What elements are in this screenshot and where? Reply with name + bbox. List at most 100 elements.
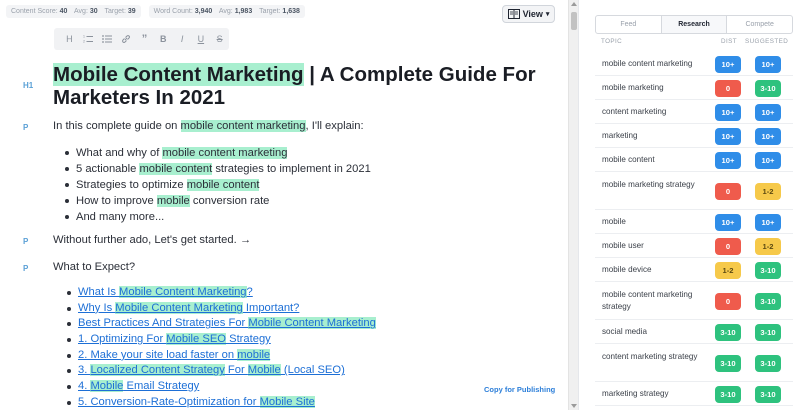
toc-link[interactable]: 4. Mobile Email Strategy bbox=[78, 380, 200, 393]
topic-name: mobile content marketing strategy bbox=[602, 290, 693, 311]
table-row[interactable]: marketing strategy 3-10 3-10 bbox=[595, 382, 793, 406]
ordered-list-button[interactable]: 12 bbox=[79, 30, 98, 48]
bullet-text: 5 actionable bbox=[76, 163, 140, 175]
intro-followup-paragraph[interactable]: Without further ado, Let's get started. … bbox=[53, 234, 251, 246]
table-row[interactable]: content10+10+ bbox=[595, 406, 793, 410]
heading-button[interactable]: H bbox=[60, 30, 79, 48]
toc-link-text-post: Email Strategy bbox=[123, 380, 200, 393]
toc-link-text-post: Important? bbox=[242, 301, 300, 314]
table-row[interactable]: marketing 10+ 10+ bbox=[595, 124, 793, 148]
table-row[interactable]: content marketing 10+ 10+ bbox=[595, 100, 793, 124]
bullet-text: Strategies to optimize bbox=[76, 179, 187, 191]
topic-name: mobile bbox=[602, 217, 626, 226]
dist-badge: 10+ bbox=[715, 128, 741, 145]
toc-link[interactable]: 5. Conversion-Rate-Optimization for Mobi… bbox=[78, 395, 315, 408]
toc-link-keyword: Mobile bbox=[90, 380, 124, 393]
table-row[interactable]: mobile content marketing 10+ 10+ bbox=[595, 52, 793, 76]
table-row[interactable]: mobile content 10+ 10+ bbox=[595, 148, 793, 172]
toc-link-text-post: Strategy bbox=[226, 333, 271, 346]
link-icon bbox=[121, 35, 130, 43]
copy-for-publishing-button[interactable]: Copy for Publishing bbox=[484, 385, 555, 394]
toc-link[interactable]: 1. Optimizing For Mobile SEO Strategy bbox=[78, 333, 271, 346]
list-item: 1. Optimizing For Mobile SEO Strategy bbox=[67, 332, 376, 348]
view-button[interactable]: View ▾ bbox=[502, 5, 555, 23]
tab-research[interactable]: Research bbox=[661, 16, 728, 33]
list-item[interactable]: Strategies to optimize mobile content bbox=[65, 177, 371, 193]
bullet-text-post: conversion rate bbox=[189, 195, 270, 207]
toc-link[interactable]: Why Is Mobile Content Marketing Importan… bbox=[78, 301, 300, 314]
editor-scrollbar[interactable] bbox=[568, 0, 578, 410]
quote-button[interactable]: ” bbox=[135, 30, 154, 48]
dist-badge: 10+ bbox=[715, 152, 741, 169]
content-score-target: 39 bbox=[127, 8, 136, 15]
list-item[interactable]: 5 actionable mobile content strategies t… bbox=[65, 161, 371, 177]
bullet-list-button[interactable] bbox=[98, 30, 117, 48]
content-score-value: 40 bbox=[59, 8, 68, 15]
toc-link-keyword-2: Mobile bbox=[247, 364, 281, 377]
toc-link-text: 3. bbox=[78, 364, 91, 377]
header-dist: DIST bbox=[721, 38, 737, 45]
strikethrough-button[interactable]: S bbox=[210, 30, 229, 48]
word-count-target: 1,638 bbox=[282, 8, 300, 15]
topic-name: content marketing strategy bbox=[602, 352, 698, 361]
list-item[interactable]: What and why of mobile content marketing bbox=[65, 145, 371, 161]
editor-pane: Content Score: 40 Avg: 30 Target: 39 Wor… bbox=[0, 0, 568, 410]
toc-link[interactable]: Best Practices And Strategies For Mobile… bbox=[78, 317, 376, 330]
word-count-label: Word Count: bbox=[153, 8, 193, 15]
underline-glyph: U bbox=[197, 34, 205, 44]
bullet-list-icon bbox=[102, 35, 112, 43]
list-item[interactable]: How to improve mobile conversion rate bbox=[65, 193, 371, 209]
topic-name: mobile device bbox=[602, 265, 652, 274]
scroll-down-arrow-icon[interactable] bbox=[571, 404, 577, 408]
list-item[interactable]: And many more... bbox=[65, 209, 371, 225]
list-item: Why Is Mobile Content Marketing Importan… bbox=[67, 301, 376, 317]
stats-bar: Content Score: 40 Avg: 30 Target: 39 Wor… bbox=[6, 5, 305, 18]
title-keyword: Mobile Content Marketing bbox=[53, 63, 304, 86]
toc-link[interactable]: 3. Localized Content Strategy For Mobile… bbox=[78, 364, 345, 377]
topic-name: content marketing bbox=[602, 107, 667, 116]
bullet-text: How to improve bbox=[76, 195, 157, 207]
content-score-label: Content Score: bbox=[11, 8, 58, 15]
page-title[interactable]: Mobile Content Marketing | A Complete Gu… bbox=[53, 63, 558, 109]
link-button[interactable] bbox=[116, 30, 135, 48]
toc-link-text: 5. Conversion-Rate-Optimization for bbox=[78, 395, 260, 408]
tab-feed[interactable]: Feed bbox=[596, 16, 662, 33]
intro-paragraph[interactable]: In this complete guide on mobile content… bbox=[53, 120, 364, 132]
topic-name: marketing strategy bbox=[602, 389, 669, 398]
table-row[interactable]: mobile 10+ 10+ bbox=[595, 210, 793, 234]
bold-button[interactable]: B bbox=[154, 30, 173, 48]
dist-badge: 10+ bbox=[715, 104, 741, 121]
toc-link-text: 1. Optimizing For bbox=[78, 333, 167, 346]
bullet-text: What and why of bbox=[76, 147, 163, 159]
table-row[interactable]: mobile marketing strategy 0 1-2 bbox=[595, 172, 793, 210]
word-count-target-label: Target: bbox=[259, 8, 281, 15]
table-row[interactable]: content marketing strategy 3-10 3-10 bbox=[595, 344, 793, 382]
toc-link-keyword: Mobile SEO bbox=[166, 333, 226, 346]
italic-button[interactable]: I bbox=[173, 30, 192, 48]
header-topic: TOPIC bbox=[601, 38, 623, 45]
toc-link-keyword: Mobile Content Marketing bbox=[115, 301, 243, 314]
content-score-target-label: Target: bbox=[104, 8, 126, 15]
toc-link[interactable]: 2. Make your site load faster on mobile bbox=[78, 348, 271, 361]
underline-button[interactable]: U bbox=[191, 30, 210, 48]
scroll-thumb[interactable] bbox=[571, 12, 577, 30]
toc-link-list: What Is Mobile Content Marketing? Why Is … bbox=[67, 285, 376, 410]
topic-table-header: TOPIC DIST SUGGESTED bbox=[601, 38, 797, 48]
format-toolbar: H 12 ” B I U S bbox=[54, 28, 229, 50]
topic-name: mobile user bbox=[602, 241, 644, 250]
suggested-badge: 3-10 bbox=[755, 355, 781, 372]
bullet-text-post: strategies to implement in 2021 bbox=[212, 163, 371, 175]
dist-badge: 10+ bbox=[715, 56, 741, 73]
table-row[interactable]: mobile marketing 0 3-10 bbox=[595, 76, 793, 100]
tab-compete[interactable]: Compete bbox=[727, 16, 792, 33]
table-row[interactable]: mobile content marketing strategy 0 3-10 bbox=[595, 282, 793, 320]
list-item: What Is Mobile Content Marketing? bbox=[67, 285, 376, 301]
table-row[interactable]: mobile user 0 1-2 bbox=[595, 234, 793, 258]
expect-paragraph[interactable]: What to Expect? bbox=[53, 261, 135, 273]
table-row[interactable]: mobile device 1-2 3-10 bbox=[595, 258, 793, 282]
toc-link[interactable]: What Is Mobile Content Marketing? bbox=[78, 286, 253, 298]
svg-text:1: 1 bbox=[83, 35, 85, 39]
table-row[interactable]: social media 3-10 3-10 bbox=[595, 320, 793, 344]
suggested-badge: 3-10 bbox=[755, 80, 781, 97]
scroll-up-arrow-icon[interactable] bbox=[571, 2, 577, 6]
